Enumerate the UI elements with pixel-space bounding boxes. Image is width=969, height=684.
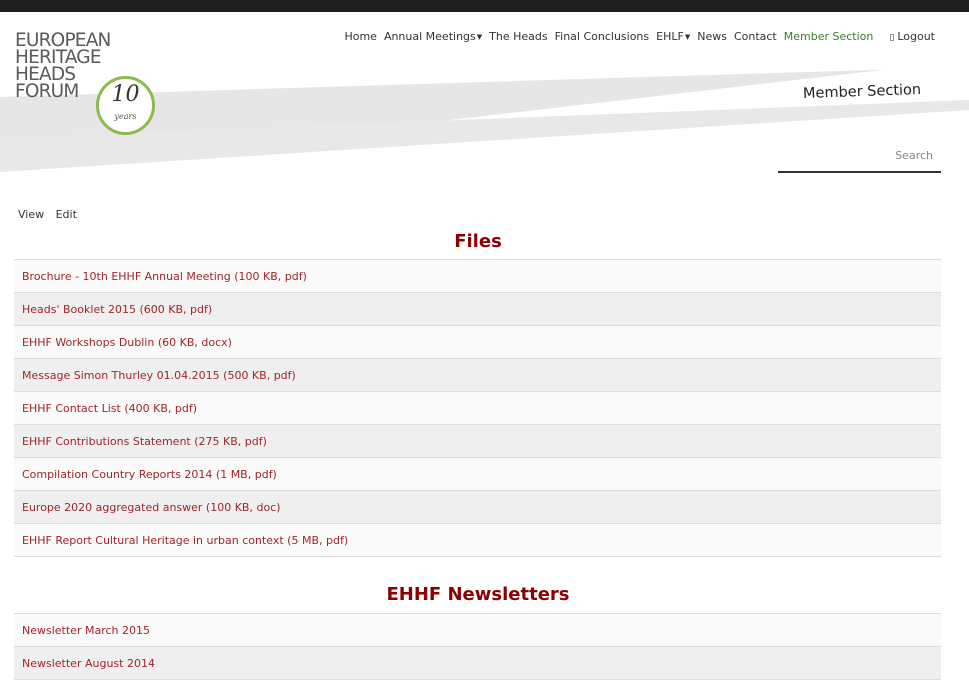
file-link[interactable]: EHHF Workshops Dublin (60 KB, docx) [14,325,941,358]
page-title: Member Section [802,81,922,103]
nav-the-heads-label: The Heads [489,30,548,43]
newsletter-link[interactable]: Newsletter August 2014 [14,646,941,680]
file-link[interactable]: EHHF Contributions Statement (275 KB, pd… [14,424,941,457]
nav-annual-meetings[interactable]: Annual Meetings▼ [384,30,482,43]
anniversary-badge: 10 years [96,76,155,135]
newsletter-link[interactable]: Newsletter March 2015 [14,613,941,646]
nav-contact[interactable]: Contact [734,30,777,43]
nav-member-section-label: Member Section [783,30,874,43]
nav-ehlf[interactable]: EHLF▼ [656,30,690,43]
local-tasks: View Edit [18,208,85,221]
nav-news-label: News [697,30,727,43]
site-logo[interactable]: EUROPEAN HERITAGE HEADS FORUM 10 years [15,31,175,135]
logo-line-4: FORUM [15,81,79,102]
nav-member-section[interactable]: Member Section [784,30,874,43]
nav-the-heads[interactable]: The Heads [489,30,547,43]
tab-edit[interactable]: Edit [56,208,77,221]
newsletters-list: Newsletter March 2015 Newsletter August … [14,613,941,680]
search-input[interactable]: Search [778,145,941,173]
file-link[interactable]: Message Simon Thurley 01.04.2015 (500 KB… [14,358,941,391]
newsletters-heading: EHHF Newsletters [386,584,570,605]
nav-ehlf-label: EHLF [656,30,684,43]
nav-logout-label: Logout [897,30,935,43]
logout-icon: ▯ [889,33,895,43]
file-link[interactable]: Heads' Booklet 2015 (600 KB, pdf) [14,292,941,325]
files-list: Brochure - 10th EHHF Annual Meeting (100… [14,259,941,557]
nav-home[interactable]: Home [344,30,376,43]
tab-view[interactable]: View [18,208,44,221]
file-link[interactable]: Europe 2020 aggregated answer (100 KB, d… [14,490,941,523]
files-heading: Files [454,231,502,252]
main-nav: Home Annual Meetings▼ The Heads Final Co… [337,30,935,43]
caret-down-icon: ▼ [684,33,691,41]
badge-number: 10 [111,82,140,107]
caret-down-icon: ▼ [476,33,483,41]
nav-final-conclusions[interactable]: Final Conclusions [555,30,650,43]
nav-news[interactable]: News [697,30,727,43]
file-link[interactable]: Compilation Country Reports 2014 (1 MB, … [14,457,941,490]
nav-logout[interactable]: ▯ Logout [889,30,935,43]
file-link[interactable]: Brochure - 10th EHHF Annual Meeting (100… [14,259,941,292]
nav-annual-meetings-label: Annual Meetings [383,30,476,43]
nav-contact-label: Contact [733,30,777,43]
file-link[interactable]: EHHF Contact List (400 KB, pdf) [14,391,941,424]
nav-home-label: Home [344,30,377,43]
nav-final-conclusions-label: Final Conclusions [554,30,650,43]
badge-text: years [114,112,137,121]
file-link[interactable]: EHHF Report Cultural Heritage in urban c… [14,523,941,557]
